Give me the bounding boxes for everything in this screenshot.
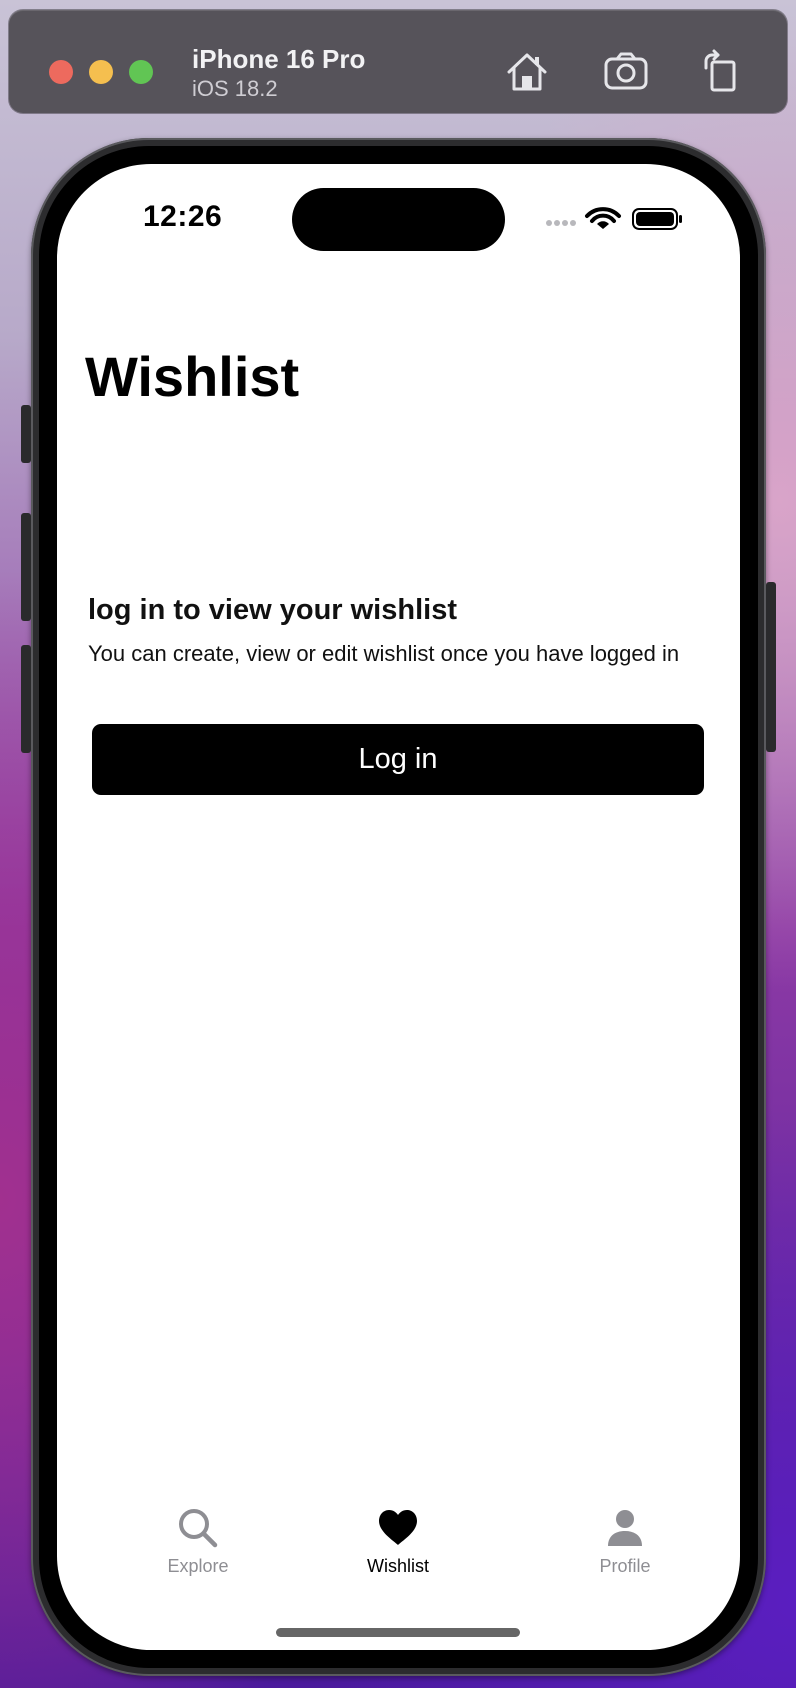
tab-label-profile: Profile (599, 1556, 651, 1576)
zoom-window-button[interactable] (129, 60, 153, 84)
simulator-rotate-button[interactable] (698, 48, 746, 96)
tab-label-wishlist: Wishlist (367, 1556, 429, 1576)
os-version: iOS 18.2 (192, 76, 278, 101)
home-indicator[interactable] (276, 1628, 520, 1637)
tab-wishlist[interactable]: Wishlist (308, 1504, 488, 1604)
login-button[interactable]: Log in (92, 724, 704, 795)
phone-screen: 12:26 Wishlist log in to view your wishl… (57, 164, 740, 1650)
camera-icon (604, 52, 648, 90)
power-button (766, 582, 776, 752)
tab-label-explore: Explore (167, 1556, 229, 1576)
simulator-toolbar: iPhone 16 Pro iOS 18.2 (9, 10, 787, 113)
heart-icon (379, 1510, 417, 1545)
volume-up-button (21, 513, 31, 621)
status-icons (546, 207, 682, 230)
action-button (21, 405, 31, 463)
volume-down-button (21, 645, 31, 753)
empty-state-description: You can create, view or edit wishlist on… (88, 641, 680, 666)
empty-state-heading: log in to view your wishlist (88, 594, 457, 626)
tab-explore[interactable]: Explore (108, 1504, 288, 1604)
person-icon (608, 1510, 642, 1546)
device-name: iPhone 16 Pro (192, 44, 366, 74)
simulator-home-button[interactable] (503, 48, 551, 96)
simulator-screenshot-button[interactable] (602, 48, 650, 96)
wifi-icon (585, 207, 621, 229)
signal-dots-icon (546, 220, 576, 226)
dynamic-island (292, 188, 505, 251)
tab-profile[interactable]: Profile (535, 1504, 715, 1604)
battery-icon (632, 208, 682, 230)
close-window-button[interactable] (49, 60, 73, 84)
status-time: 12:26 (143, 200, 223, 233)
page-title: Wishlist (85, 345, 300, 408)
minimize-window-button[interactable] (89, 60, 113, 84)
home-icon (507, 53, 547, 91)
tab-bar: Explore Wishlist Profile (57, 1504, 740, 1624)
rotate-icon (704, 49, 736, 92)
search-icon (179, 1509, 218, 1548)
